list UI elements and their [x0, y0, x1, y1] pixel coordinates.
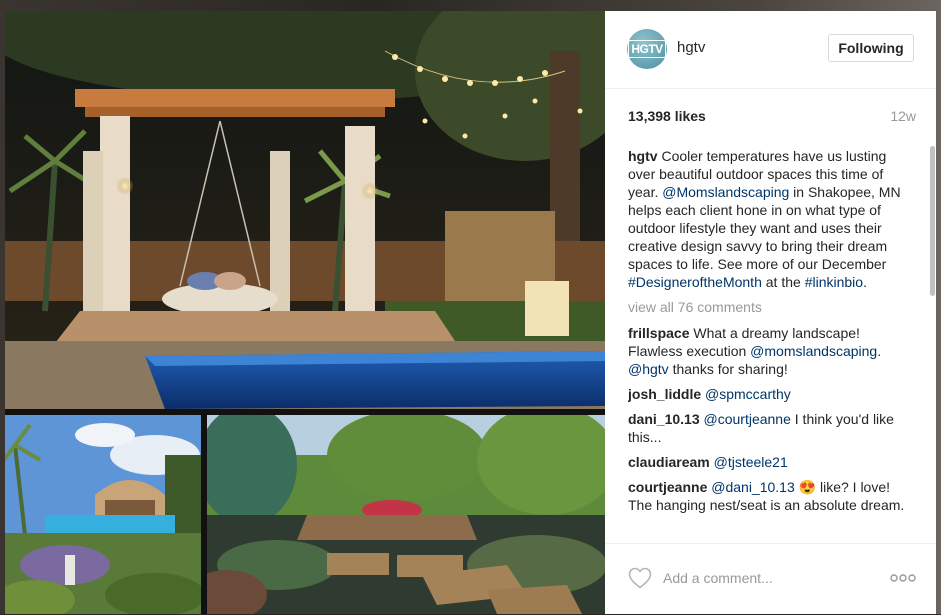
more-options-icon[interactable]: [890, 572, 916, 584]
comment-username[interactable]: claudiaream: [628, 454, 710, 470]
caption-text: at the: [761, 274, 805, 290]
post-header: HGTV hgtv Following: [605, 11, 936, 89]
photo-pool-house: [5, 415, 201, 614]
comment-item: claudiaream @tjsteele21: [628, 453, 908, 471]
caption-hashtag-link[interactable]: #linkinbio: [805, 274, 863, 290]
photo-pergola-pool: [5, 11, 605, 409]
caption-text: .: [863, 274, 867, 290]
comment-mention[interactable]: @spmccarthy: [705, 386, 791, 402]
comments-list: hgtv Cooler temperatures have us lusting…: [628, 147, 908, 543]
comment-item: dani_10.13 @courtjeanne I think you'd li…: [628, 410, 908, 446]
post-footer: [605, 543, 936, 615]
likes-row: 13,398 likes 12w: [628, 108, 916, 128]
comment-username[interactable]: josh_liddle: [628, 386, 701, 402]
comment-username[interactable]: courtjeanne: [628, 479, 707, 495]
comment-username[interactable]: dani_10.13: [628, 411, 700, 427]
comment-mention[interactable]: @hgtv: [628, 361, 669, 377]
comments-scrollbar[interactable]: [929, 146, 936, 541]
caption: hgtv Cooler temperatures have us lusting…: [628, 147, 908, 291]
comment-mention[interactable]: @momslandscaping: [750, 343, 877, 359]
likes-count[interactable]: 13,398 likes: [628, 108, 706, 124]
post-photo-collage: [5, 11, 605, 614]
comment-item: josh_liddle @spmccarthy: [628, 385, 908, 403]
avatar-logo-text: HGTV: [628, 40, 666, 58]
comment-item: courtjeanne @dani_10.13 😍 like? I love! …: [628, 478, 908, 514]
comment-text: thanks for sharing!: [668, 361, 788, 377]
following-button[interactable]: Following: [828, 34, 914, 62]
heart-icon[interactable]: [628, 567, 652, 589]
scrollbar-thumb[interactable]: [930, 146, 935, 296]
comment-item: frillspace What a dreamy landscape! Flaw…: [628, 324, 908, 378]
comment-text: .: [877, 343, 882, 359]
photo-pond-garden: [207, 415, 605, 614]
caption-username[interactable]: hgtv: [628, 148, 658, 164]
comment-mention[interactable]: @dani_10.13: [711, 479, 795, 495]
post-age: 12w: [890, 108, 916, 124]
post-side-panel: HGTV hgtv Following 13,398 likes 12w hgt…: [605, 11, 936, 614]
comment-username[interactable]: frillspace: [628, 325, 689, 341]
avatar[interactable]: HGTV: [627, 29, 667, 69]
comment-mention[interactable]: @courtjeanne: [704, 411, 791, 427]
comment-mention[interactable]: @tjsteele21: [714, 454, 788, 470]
caption-hashtag[interactable]: #DesigneroftheMonth: [628, 274, 762, 290]
add-comment-input[interactable]: [663, 568, 863, 588]
caption-mention[interactable]: @Momslandscaping: [662, 184, 789, 200]
username-link[interactable]: hgtv: [677, 39, 705, 56]
view-all-comments-link[interactable]: view all 76 comments: [628, 298, 908, 316]
